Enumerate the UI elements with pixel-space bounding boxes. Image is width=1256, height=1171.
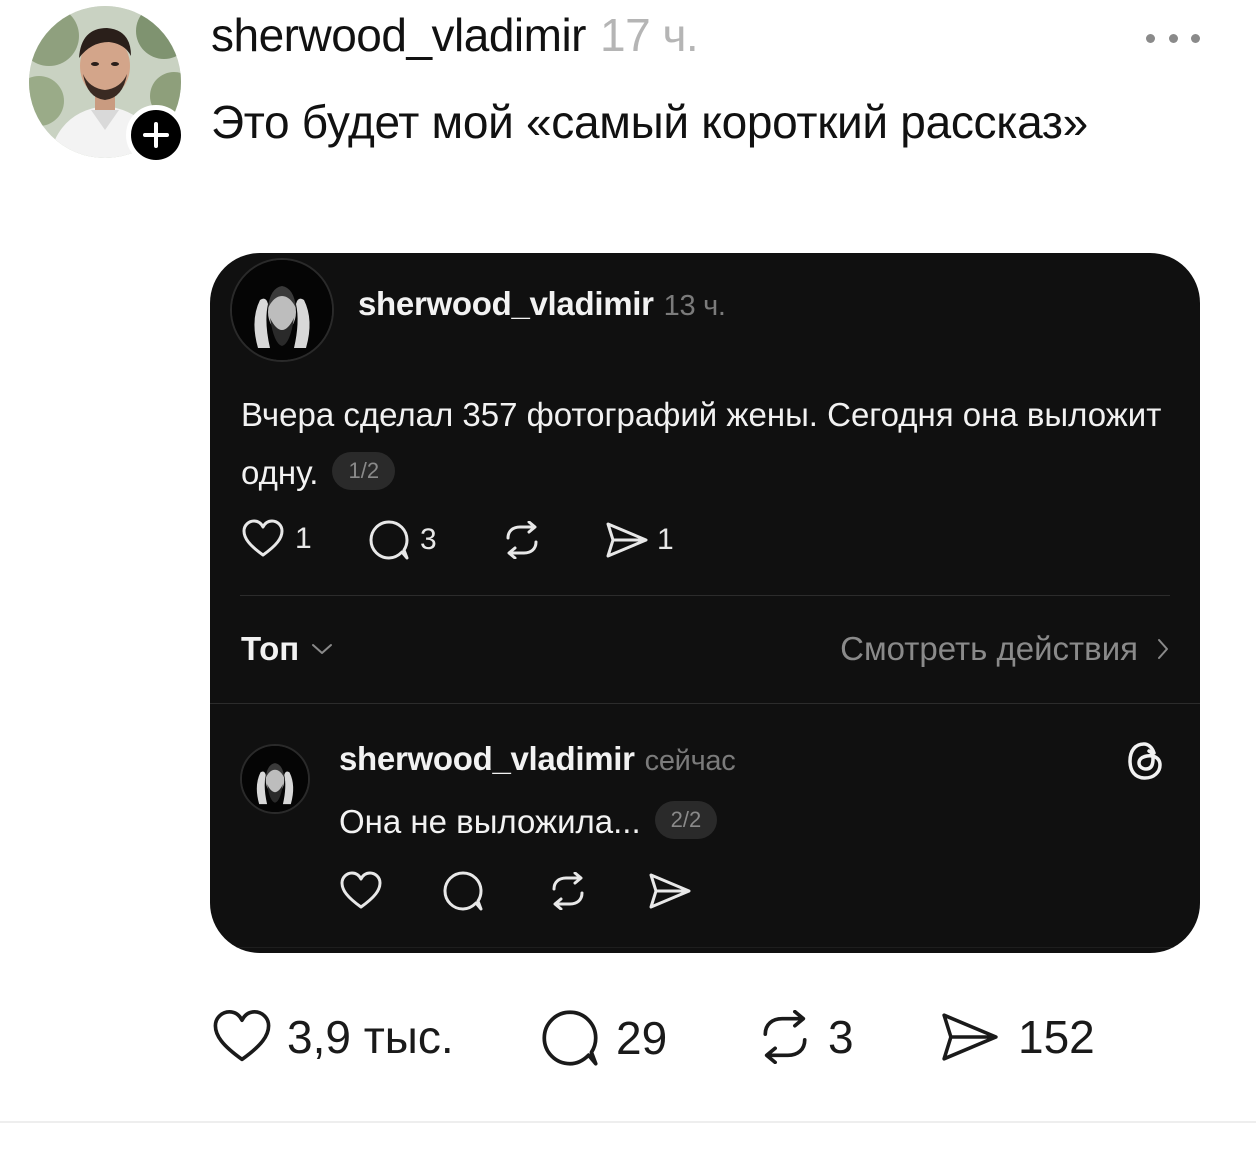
- more-horizontal-icon[interactable]: [1146, 28, 1200, 48]
- quoted-repost-button[interactable]: [500, 521, 544, 559]
- quoted-comment-count: 3: [420, 523, 437, 556]
- heart-icon: [213, 1009, 271, 1062]
- reply-author-photo: [242, 746, 308, 812]
- quoted-username[interactable]: sherwood_vladimir: [358, 285, 654, 322]
- like-count: 3,9 тыс.: [287, 1011, 454, 1063]
- reply-text-block: Она не выложила... 2/2: [339, 801, 718, 843]
- share-button[interactable]: 152: [940, 1010, 1095, 1064]
- quoted-share-count: 1: [657, 523, 674, 556]
- post-text: Это будет мой «самый короткий рассказ»: [211, 96, 1088, 148]
- quoted-author-photo: [232, 260, 332, 360]
- quoted-author-avatar[interactable]: [230, 258, 334, 362]
- reply-username[interactable]: sherwood_vladimir: [339, 740, 635, 777]
- post-divider: [0, 1121, 1256, 1123]
- follow-button[interactable]: [126, 105, 186, 165]
- quoted-share-button[interactable]: 1: [605, 521, 674, 559]
- quoted-like-count: 1: [295, 522, 312, 555]
- quoted-like-button[interactable]: 1: [241, 519, 312, 559]
- threads-logo-icon: [1123, 739, 1167, 783]
- repost-button[interactable]: 3: [754, 1010, 854, 1064]
- reply-author-avatar[interactable]: [240, 744, 310, 814]
- share-count: 152: [1018, 1011, 1095, 1063]
- sort-dropdown[interactable]: Топ: [241, 630, 333, 668]
- repost-icon: [506, 521, 538, 559]
- view-activity-label: Смотреть действия: [840, 630, 1138, 667]
- reply-like-button[interactable]: [339, 871, 383, 911]
- reply-header: sherwood_vladimir сейчас: [339, 740, 736, 778]
- view-activity-link[interactable]: Смотреть действия: [840, 630, 1170, 668]
- plus-icon: [143, 122, 169, 148]
- comment-count: 29: [616, 1012, 668, 1064]
- card-divider: [240, 595, 1170, 596]
- quoted-header: sherwood_vladimir 13 ч.: [358, 285, 726, 323]
- reply-page-badge: 2/2: [654, 801, 718, 840]
- send-icon: [649, 873, 691, 909]
- send-icon: [942, 1013, 998, 1061]
- quoted-time: 13 ч.: [663, 290, 726, 322]
- send-icon: [606, 522, 648, 558]
- reply-comment-button[interactable]: [442, 870, 484, 912]
- reply-share-button[interactable]: [648, 872, 692, 910]
- comment-icon: [542, 1010, 598, 1066]
- quoted-comment-button[interactable]: 3: [368, 519, 437, 561]
- post-time: 17 ч.: [600, 9, 699, 61]
- heart-icon: [242, 519, 284, 557]
- heart-icon: [340, 871, 382, 909]
- post-header: sherwood_vladimir 17 ч.: [211, 8, 699, 62]
- sort-label: Топ: [241, 630, 300, 667]
- comment-icon: [443, 871, 483, 911]
- chevron-right-icon: [1158, 639, 1168, 659]
- thread-page-badge: 1/2: [332, 452, 396, 491]
- card-divider-full: [210, 703, 1200, 704]
- quoted-post-card[interactable]: sherwood_vladimir 13 ч. Вчера сделал 357 …: [210, 253, 1200, 953]
- quoted-text-block: Вчера сделал 357 фотографий жены. Сегодн…: [241, 386, 1171, 502]
- reply-repost-button[interactable]: [546, 872, 590, 910]
- comment-icon: [369, 520, 409, 560]
- comment-button[interactable]: 29: [540, 1008, 667, 1068]
- repost-icon: [552, 872, 584, 910]
- repost-count: 3: [828, 1011, 854, 1063]
- card-bottom-divider: [210, 947, 1200, 948]
- chevron-down-icon: [312, 644, 333, 654]
- reply-time: сейчас: [644, 745, 736, 777]
- like-button[interactable]: 3,9 тыс.: [211, 1009, 454, 1065]
- repost-icon: [763, 1010, 807, 1064]
- reply-text: Она не выложила...: [339, 803, 641, 840]
- author-username[interactable]: sherwood_vladimir: [211, 9, 587, 61]
